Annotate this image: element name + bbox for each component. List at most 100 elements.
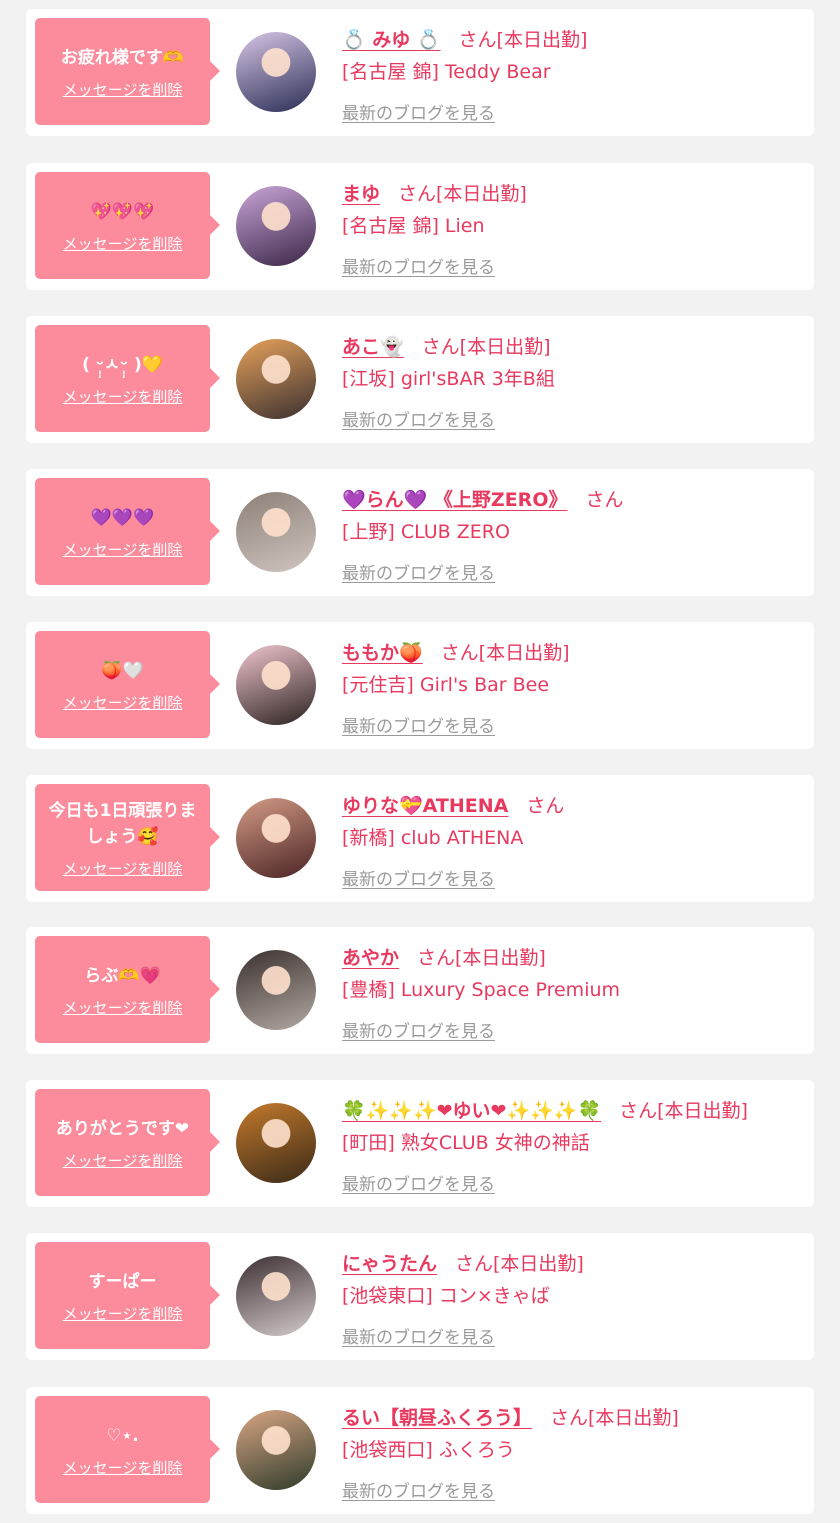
shop-name: [町田] 熟女CLUB 女神の神話 xyxy=(342,1132,590,1154)
delete-message-button[interactable]: メッセージを削除 xyxy=(63,541,183,559)
message-text: らぶ🫶💗 xyxy=(84,965,161,986)
message-bubble: ♡⋆. メッセージを削除 xyxy=(35,1396,220,1503)
message-card: ♡⋆. メッセージを削除 るい【朝昼ふくろう】 さん[本日出勤] [池袋西口] ふ… xyxy=(26,1387,814,1514)
status-text: さん xyxy=(526,795,565,817)
message-card: らぶ🫶💗 メッセージを削除 あやか さん[本日出勤] [豊橋] Luxury Sp… xyxy=(26,927,814,1054)
message-text: 💖💖💖 xyxy=(90,201,155,222)
latest-blog-link[interactable]: 最新のブログを見る xyxy=(342,1481,495,1503)
status-text: さん[本日出勤] xyxy=(455,1253,584,1275)
latest-blog-link[interactable]: 最新のブログを見る xyxy=(342,1021,495,1043)
shop-name: [池袋西口] ふくろう xyxy=(342,1439,515,1461)
message-text: ♡⋆. xyxy=(106,1425,139,1446)
cast-avatar[interactable] xyxy=(236,798,316,878)
latest-blog-link[interactable]: 最新のブログを見る xyxy=(342,869,495,891)
message-card: ありがとうです❤ メッセージを削除 🍀✨✨✨❤ゆい❤✨✨✨🍀 さん[本日出勤] [… xyxy=(26,1080,814,1207)
message-text: すーぱー xyxy=(88,1271,157,1292)
message-list: お疲れ様です🫶 メッセージを削除 💍 みゆ 💍 さん[本日出勤] [名古屋 錦] … xyxy=(0,0,840,1523)
cast-info: ももか🍑 さん[本日出勤] [元住吉] Girl's Bar Bee 最新のブログ… xyxy=(342,632,804,738)
cast-name-link[interactable]: 💍 みゆ 💍 xyxy=(342,27,441,53)
cast-info: 💍 みゆ 💍 さん[本日出勤] [名古屋 錦] Teddy Bear 最新のブログ… xyxy=(342,19,804,125)
cast-name-link[interactable]: あこ👻 xyxy=(342,334,404,360)
status-text: さん[本日出勤] xyxy=(619,1100,748,1122)
message-bubble: らぶ🫶💗 メッセージを削除 xyxy=(35,936,220,1043)
delete-message-button[interactable]: メッセージを削除 xyxy=(63,1459,183,1477)
cast-name-link[interactable]: あやか xyxy=(342,945,399,971)
status-text: さん[本日出勤] xyxy=(440,642,570,664)
message-text: ありがとうです❤ xyxy=(55,1118,190,1139)
cast-avatar[interactable] xyxy=(236,645,316,725)
cast-name-link[interactable]: ももか🍑 xyxy=(342,640,423,666)
shop-name: [新橋] club ATHENA xyxy=(342,827,524,849)
cast-info: るい【朝昼ふくろう】 さん[本日出勤] [池袋西口] ふくろう 最新のブログを見る xyxy=(342,1397,804,1503)
message-card: 今日も1日頑張りましょう🥰 メッセージを削除 ゆりな💝ATHENA さん [新橋]… xyxy=(26,775,814,902)
message-card: すーぱー メッセージを削除 にゃうたん さん[本日出勤] [池袋東口] コン×きゃ… xyxy=(26,1233,814,1360)
delete-message-button[interactable]: メッセージを削除 xyxy=(63,388,183,406)
latest-blog-link[interactable]: 最新のブログを見る xyxy=(342,103,495,125)
latest-blog-link[interactable]: 最新のブログを見る xyxy=(342,257,495,279)
message-bubble: ありがとうです❤ メッセージを削除 xyxy=(35,1089,220,1196)
shop-name: [上野] CLUB ZERO xyxy=(342,521,510,543)
message-card: 💖💖💖 メッセージを削除 まゆ さん[本日出勤] [名古屋 錦] Lien 最新の… xyxy=(26,163,814,290)
cast-name-link[interactable]: 💜らん💜 《上野ZERO》 xyxy=(342,487,567,513)
message-card: ( ᵕ̩̩ㅅᵕ̩̩ )💛 メッセージを削除 あこ👻 さん[本日出勤] [江坂] g… xyxy=(26,316,814,443)
cast-avatar[interactable] xyxy=(236,950,316,1030)
message-text: お疲れ様です🫶 xyxy=(60,47,185,68)
latest-blog-link[interactable]: 最新のブログを見る xyxy=(342,410,495,432)
delete-message-button[interactable]: メッセージを削除 xyxy=(63,999,183,1017)
status-text: さん[本日出勤] xyxy=(398,183,527,205)
cast-name-link[interactable]: ゆりな💝ATHENA xyxy=(342,793,508,819)
cast-avatar[interactable] xyxy=(236,1410,316,1490)
cast-avatar[interactable] xyxy=(236,32,316,112)
status-text: さん xyxy=(585,489,624,511)
cast-info: まゆ さん[本日出勤] [名古屋 錦] Lien 最新のブログを見る xyxy=(342,173,804,279)
delete-message-button[interactable]: メッセージを削除 xyxy=(63,694,183,712)
latest-blog-link[interactable]: 最新のブログを見る xyxy=(342,563,495,585)
latest-blog-link[interactable]: 最新のブログを見る xyxy=(342,1327,495,1349)
cast-avatar[interactable] xyxy=(236,339,316,419)
message-bubble: すーぱー メッセージを削除 xyxy=(35,1242,220,1349)
message-card: お疲れ様です🫶 メッセージを削除 💍 みゆ 💍 さん[本日出勤] [名古屋 錦] … xyxy=(26,9,814,136)
cast-info: あこ👻 さん[本日出勤] [江坂] girl'sBAR 3年B組 最新のブログを見… xyxy=(342,326,804,432)
cast-name-link[interactable]: にゃうたん xyxy=(342,1251,437,1277)
status-text: さん[本日出勤] xyxy=(417,947,546,969)
shop-name: [池袋東口] コン×きゃば xyxy=(342,1285,550,1307)
message-text: ( ᵕ̩̩ㅅᵕ̩̩ )💛 xyxy=(82,354,163,375)
status-text: さん[本日出勤] xyxy=(458,29,588,51)
message-card: 💜💜💜 メッセージを削除 💜らん💜 《上野ZERO》 さん [上野] CLUB Z… xyxy=(26,469,814,596)
cast-info: ゆりな💝ATHENA さん [新橋] club ATHENA 最新のブログを見る xyxy=(342,785,804,891)
status-text: さん[本日出勤] xyxy=(550,1407,679,1429)
message-text: 今日も1日頑張りましょう🥰 xyxy=(48,800,197,847)
message-bubble: 💖💖💖 メッセージを削除 xyxy=(35,172,220,279)
cast-name-link[interactable]: るい【朝昼ふくろう】 xyxy=(342,1405,532,1431)
cast-info: にゃうたん さん[本日出勤] [池袋東口] コン×きゃば 最新のブログを見る xyxy=(342,1243,804,1349)
delete-message-button[interactable]: メッセージを削除 xyxy=(63,81,183,99)
shop-name: [元住吉] Girl's Bar Bee xyxy=(342,674,550,696)
message-bubble: ( ᵕ̩̩ㅅᵕ̩̩ )💛 メッセージを削除 xyxy=(35,325,220,432)
cast-name-link[interactable]: 🍀✨✨✨❤ゆい❤✨✨✨🍀 xyxy=(342,1098,601,1124)
message-text: 🍑🤍 xyxy=(101,660,144,681)
cast-avatar[interactable] xyxy=(236,186,316,266)
delete-message-button[interactable]: メッセージを削除 xyxy=(63,860,183,878)
cast-info: あやか さん[本日出勤] [豊橋] Luxury Space Premium 最新… xyxy=(342,937,804,1043)
latest-blog-link[interactable]: 最新のブログを見る xyxy=(342,1174,495,1196)
message-text: 💜💜💜 xyxy=(90,507,155,528)
message-bubble: 今日も1日頑張りましょう🥰 メッセージを削除 xyxy=(35,784,220,891)
shop-name: [名古屋 錦] Teddy Bear xyxy=(342,61,551,83)
delete-message-button[interactable]: メッセージを削除 xyxy=(63,1152,183,1170)
shop-name: [豊橋] Luxury Space Premium xyxy=(342,979,621,1001)
shop-name: [名古屋 錦] Lien xyxy=(342,215,485,237)
cast-name-link[interactable]: まゆ xyxy=(342,181,380,207)
delete-message-button[interactable]: メッセージを削除 xyxy=(63,235,183,253)
latest-blog-link[interactable]: 最新のブログを見る xyxy=(342,716,495,738)
cast-info: 💜らん💜 《上野ZERO》 さん [上野] CLUB ZERO 最新のブログを見る xyxy=(342,479,804,585)
cast-avatar[interactable] xyxy=(236,1256,316,1336)
cast-avatar[interactable] xyxy=(236,1103,316,1183)
message-bubble: 💜💜💜 メッセージを削除 xyxy=(35,478,220,585)
delete-message-button[interactable]: メッセージを削除 xyxy=(63,1305,183,1323)
cast-info: 🍀✨✨✨❤ゆい❤✨✨✨🍀 さん[本日出勤] [町田] 熟女CLUB 女神の神話 最… xyxy=(342,1090,804,1196)
message-card: 🍑🤍 メッセージを削除 ももか🍑 さん[本日出勤] [元住吉] Girl's Ba… xyxy=(26,622,814,749)
message-bubble: お疲れ様です🫶 メッセージを削除 xyxy=(35,18,220,125)
cast-avatar[interactable] xyxy=(236,492,316,572)
message-bubble: 🍑🤍 メッセージを削除 xyxy=(35,631,220,738)
status-text: さん[本日出勤] xyxy=(421,336,551,358)
